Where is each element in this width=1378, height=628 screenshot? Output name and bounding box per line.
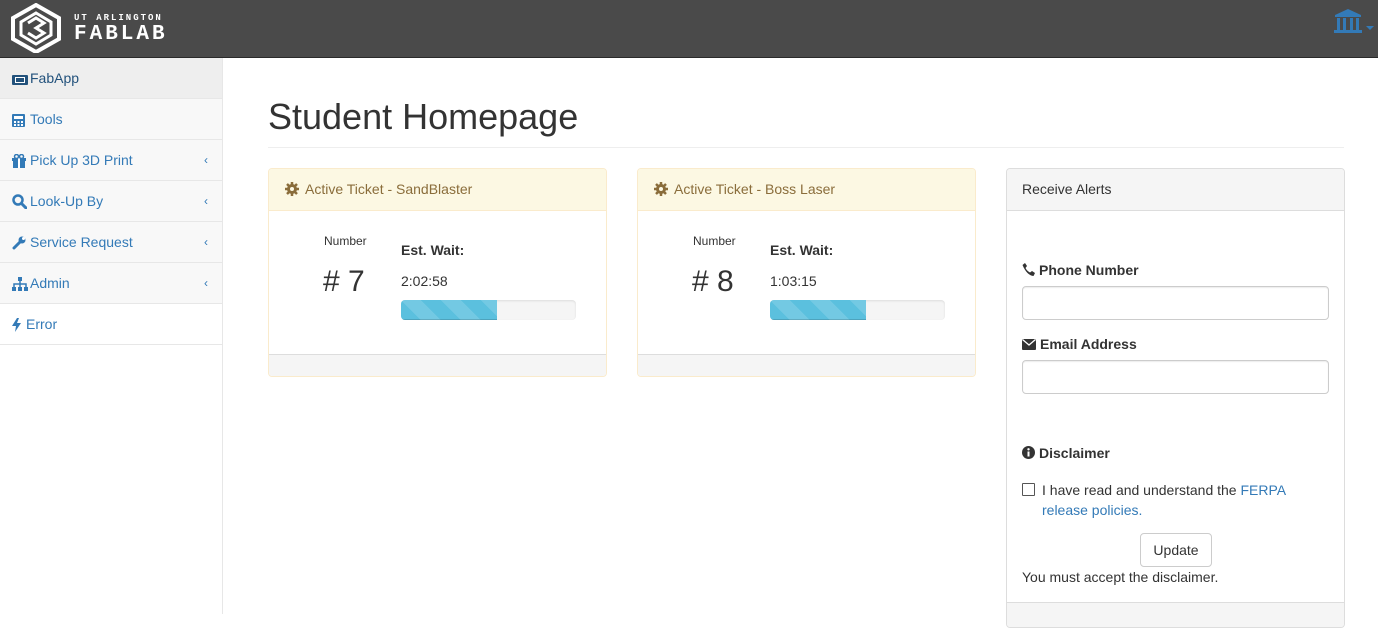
sidebar-item-label: Error [26, 316, 58, 332]
sitemap-icon [12, 264, 28, 304]
calculator-icon [12, 100, 28, 140]
ticket-number-label: Number [324, 234, 367, 248]
wait-progress-bar [770, 300, 867, 320]
sidebar-item-admin[interactable]: Admin ‹ [0, 263, 222, 304]
ferpa-checkbox[interactable] [1022, 483, 1035, 496]
email-label: Email Address [1022, 336, 1137, 352]
brand-line1: UT ARLINGTON [74, 13, 163, 23]
bank-icon [1334, 9, 1374, 33]
wait-label: Est. Wait: [401, 242, 465, 258]
ticket-number: # 7 [323, 265, 365, 298]
sidebar-item-label: Admin [30, 275, 70, 291]
account-menu-button[interactable] [1332, 8, 1378, 38]
phone-label-text: Phone Number [1039, 262, 1139, 278]
ticket-panel-footer [269, 354, 606, 376]
sidebar: FabApp Tools Pick Up 3D Print ‹ Look-Up … [0, 58, 223, 614]
wrench-icon [12, 223, 28, 263]
phone-icon [1022, 263, 1035, 276]
divider [268, 147, 1344, 148]
fablab-logo[interactable]: UT ARLINGTON FABLAB [10, 3, 170, 53]
gear-icon [285, 182, 299, 196]
sidebar-item-label: FabApp [30, 70, 80, 86]
ticket-title: Active Ticket - SandBlaster [305, 181, 473, 197]
alerts-panel-header: Receive Alerts [1007, 169, 1344, 211]
ticket-title: Active Ticket - Boss Laser [674, 181, 836, 197]
sidebar-item-label: Service Request [30, 234, 133, 250]
sidebar-item-tools[interactable]: Tools [0, 99, 222, 140]
chevron-left-icon: ‹ [204, 153, 208, 167]
chevron-left-icon: ‹ [204, 235, 208, 249]
ticket-panel-footer [638, 354, 975, 376]
update-button[interactable]: Update [1140, 533, 1212, 567]
email-label-text: Email Address [1040, 336, 1137, 352]
sidebar-item-fabapp[interactable]: FabApp [0, 58, 222, 99]
wait-progress-bar [401, 300, 498, 320]
cube-logo-icon [11, 3, 61, 53]
ferpa-text: I have read and understand the [1042, 482, 1237, 498]
wait-time: 1:03:15 [770, 273, 817, 289]
sidebar-item-service-request[interactable]: Service Request ‹ [0, 222, 222, 263]
ticket-icon [12, 59, 28, 99]
info-icon [1022, 446, 1035, 459]
wait-time: 2:02:58 [401, 273, 448, 289]
ticket-number-label: Number [693, 234, 736, 248]
ticket-panel: Active Ticket - SandBlaster Number # 7 E… [268, 168, 607, 377]
email-input[interactable] [1022, 360, 1329, 394]
ticket-panel-header: Active Ticket - SandBlaster [269, 169, 606, 211]
alerts-panel: Receive Alerts Phone Number Email Addres… [1006, 168, 1345, 628]
chevron-left-icon: ‹ [204, 194, 208, 208]
ferpa-checkbox-row: I have read and understand the FERPA rel… [1022, 480, 1322, 520]
ticket-panel: Active Ticket - Boss Laser Number # 8 Es… [637, 168, 976, 377]
sidebar-item-look-up-by[interactable]: Look-Up By ‹ [0, 181, 222, 222]
sidebar-item-pick-up-3d-print[interactable]: Pick Up 3D Print ‹ [0, 140, 222, 181]
gift-icon [12, 141, 28, 181]
phone-label: Phone Number [1022, 262, 1139, 278]
wait-label: Est. Wait: [770, 242, 834, 258]
disclaimer-label-text: Disclaimer [1039, 445, 1110, 461]
gear-icon [654, 182, 668, 196]
page-title: Student Homepage [268, 96, 579, 137]
chevron-left-icon: ‹ [204, 276, 208, 290]
phone-input[interactable] [1022, 286, 1329, 320]
top-navbar: UT ARLINGTON FABLAB [0, 0, 1378, 58]
wait-progress [401, 300, 576, 320]
disclaimer-label: Disclaimer [1022, 445, 1110, 461]
brand-line2: FABLAB [74, 23, 168, 46]
sidebar-item-label: Look-Up By [30, 193, 104, 209]
wait-progress [770, 300, 945, 320]
envelope-icon [1022, 339, 1036, 350]
sidebar-item-error[interactable]: Error [0, 304, 222, 345]
bolt-icon [12, 305, 24, 345]
search-icon [12, 182, 28, 222]
ferpa-checkbox-label: I have read and understand the FERPA rel… [1042, 480, 1322, 520]
ticket-panel-header: Active Ticket - Boss Laser [638, 169, 975, 211]
alerts-panel-footer [1007, 602, 1344, 627]
ticket-number: # 8 [692, 265, 734, 298]
disclaimer-warning: You must accept the disclaimer. [1022, 569, 1219, 585]
sidebar-item-label: Pick Up 3D Print [30, 152, 133, 168]
sidebar-item-label: Tools [30, 111, 63, 127]
